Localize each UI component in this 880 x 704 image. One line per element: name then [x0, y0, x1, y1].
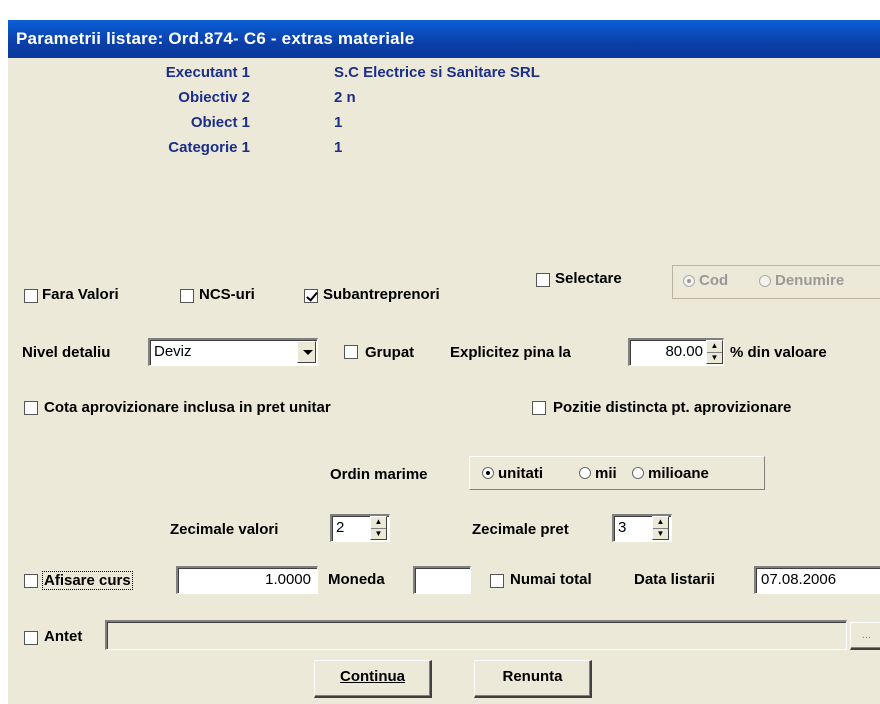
info-label-obiectiv: Obiectiv 2: [178, 89, 250, 106]
curs-input[interactable]: 1.0000: [176, 566, 318, 594]
ordin-mii-radio[interactable]: [579, 467, 591, 479]
grupat-checkbox[interactable]: [344, 345, 358, 359]
dialog-window: Parametrii listare: Ord.874- C6 - extras…: [8, 20, 880, 704]
curs-value: 1.0000: [265, 571, 311, 588]
data-listarii-value: 07.08.2006: [761, 571, 837, 588]
grupat-label: Grupat: [365, 344, 415, 361]
ordin-milioane-label: milioane: [648, 465, 709, 482]
selectare-label: Selectare: [555, 270, 622, 287]
continua-label: Continua: [340, 668, 405, 685]
ordin-mii-label: mii: [595, 465, 617, 482]
info-value-executant: S.C Electrice si Sanitare SRL: [334, 64, 540, 81]
sort-radio-group: Cod Denumire: [672, 265, 880, 299]
zecimale-pret-value: 3: [618, 519, 627, 536]
pozitie-distincta-checkbox[interactable]: [532, 401, 546, 415]
pozitie-distincta-label: Pozitie distincta pt. aprovizionare: [553, 399, 792, 416]
nivel-detaliu-label: Nivel detaliu: [22, 344, 111, 361]
subantreprenori-checkbox[interactable]: [304, 289, 318, 303]
sort-cod-radio[interactable]: [683, 275, 695, 287]
zecimale-valori-spinner[interactable]: ▲ ▼: [370, 516, 387, 540]
cota-aprovizionare-label: Cota aprovizionare inclusa in pret unita…: [44, 399, 331, 416]
antet-input[interactable]: [105, 620, 847, 650]
moneda-input[interactable]: [413, 566, 471, 594]
ordin-marime-radio-group: unitati mii milioane: [469, 456, 765, 490]
afisare-curs-label: Afisare curs: [42, 571, 133, 590]
info-value-obiectiv: 2 n: [334, 89, 356, 106]
sort-cod-label: Cod: [699, 272, 729, 289]
cota-aprovizionare-checkbox[interactable]: [24, 401, 38, 415]
info-label-executant: Executant 1: [165, 64, 250, 81]
chevron-down-icon[interactable]: [297, 341, 316, 363]
explicitez-spinner[interactable]: ▲ ▼: [706, 340, 723, 364]
zecimale-pret-spinner[interactable]: ▲ ▼: [652, 516, 669, 540]
title-bar[interactable]: Parametrii listare: Ord.874- C6 - extras…: [8, 20, 880, 58]
info-label-obiect: Obiect 1: [190, 114, 250, 131]
fara-valori-checkbox[interactable]: [24, 289, 38, 303]
renunta-label: Renunta: [502, 668, 563, 685]
moneda-label: Moneda: [328, 571, 385, 588]
fara-valori-label: Fara Valori: [42, 286, 119, 303]
info-value-obiect: 1: [334, 114, 343, 131]
antet-browse-button[interactable]: ...: [850, 622, 880, 650]
explicitez-value: 80.00: [665, 343, 703, 360]
continua-button[interactable]: Continua: [314, 660, 432, 698]
ordin-milioane-radio[interactable]: [632, 467, 644, 479]
antet-browse-label: ...: [861, 629, 872, 641]
zecimale-valori-value: 2: [336, 519, 345, 536]
numai-total-label: Numai total: [510, 571, 592, 588]
nivel-detaliu-select[interactable]: Deviz: [148, 338, 318, 366]
zecimale-pret-label: Zecimale pret: [472, 521, 569, 538]
antet-checkbox[interactable]: [24, 631, 38, 645]
explicitez-label: Explicitez pina la: [450, 344, 571, 361]
explicitez-suffix: % din valoare: [730, 344, 827, 361]
renunta-button[interactable]: Renunta: [474, 660, 592, 698]
ordin-unitati-label: unitati: [498, 465, 543, 482]
ordin-marime-label: Ordin marime: [330, 466, 428, 483]
window-title: Parametrii listare: Ord.874- C6 - extras…: [16, 29, 415, 48]
zecimale-valori-label: Zecimale valori: [170, 521, 279, 538]
ncs-uri-label: NCS-uri: [199, 286, 255, 303]
data-listarii-label: Data listarii: [634, 571, 715, 588]
info-value-categorie: 1: [334, 139, 343, 156]
sort-denumire-label: Denumire: [775, 272, 845, 289]
nivel-detaliu-value: Deviz: [154, 343, 192, 360]
data-listarii-input[interactable]: 07.08.2006: [754, 566, 880, 594]
sort-denumire-radio[interactable]: [759, 275, 771, 287]
selectare-checkbox[interactable]: [536, 273, 550, 287]
ncs-uri-checkbox[interactable]: [180, 289, 194, 303]
numai-total-checkbox[interactable]: [490, 574, 504, 588]
info-label-categorie: Categorie 1: [168, 139, 250, 156]
antet-label: Antet: [44, 628, 83, 645]
afisare-curs-checkbox[interactable]: [24, 574, 38, 588]
subantreprenori-label: Subantreprenori: [323, 286, 440, 303]
ordin-unitati-radio[interactable]: [482, 467, 494, 479]
